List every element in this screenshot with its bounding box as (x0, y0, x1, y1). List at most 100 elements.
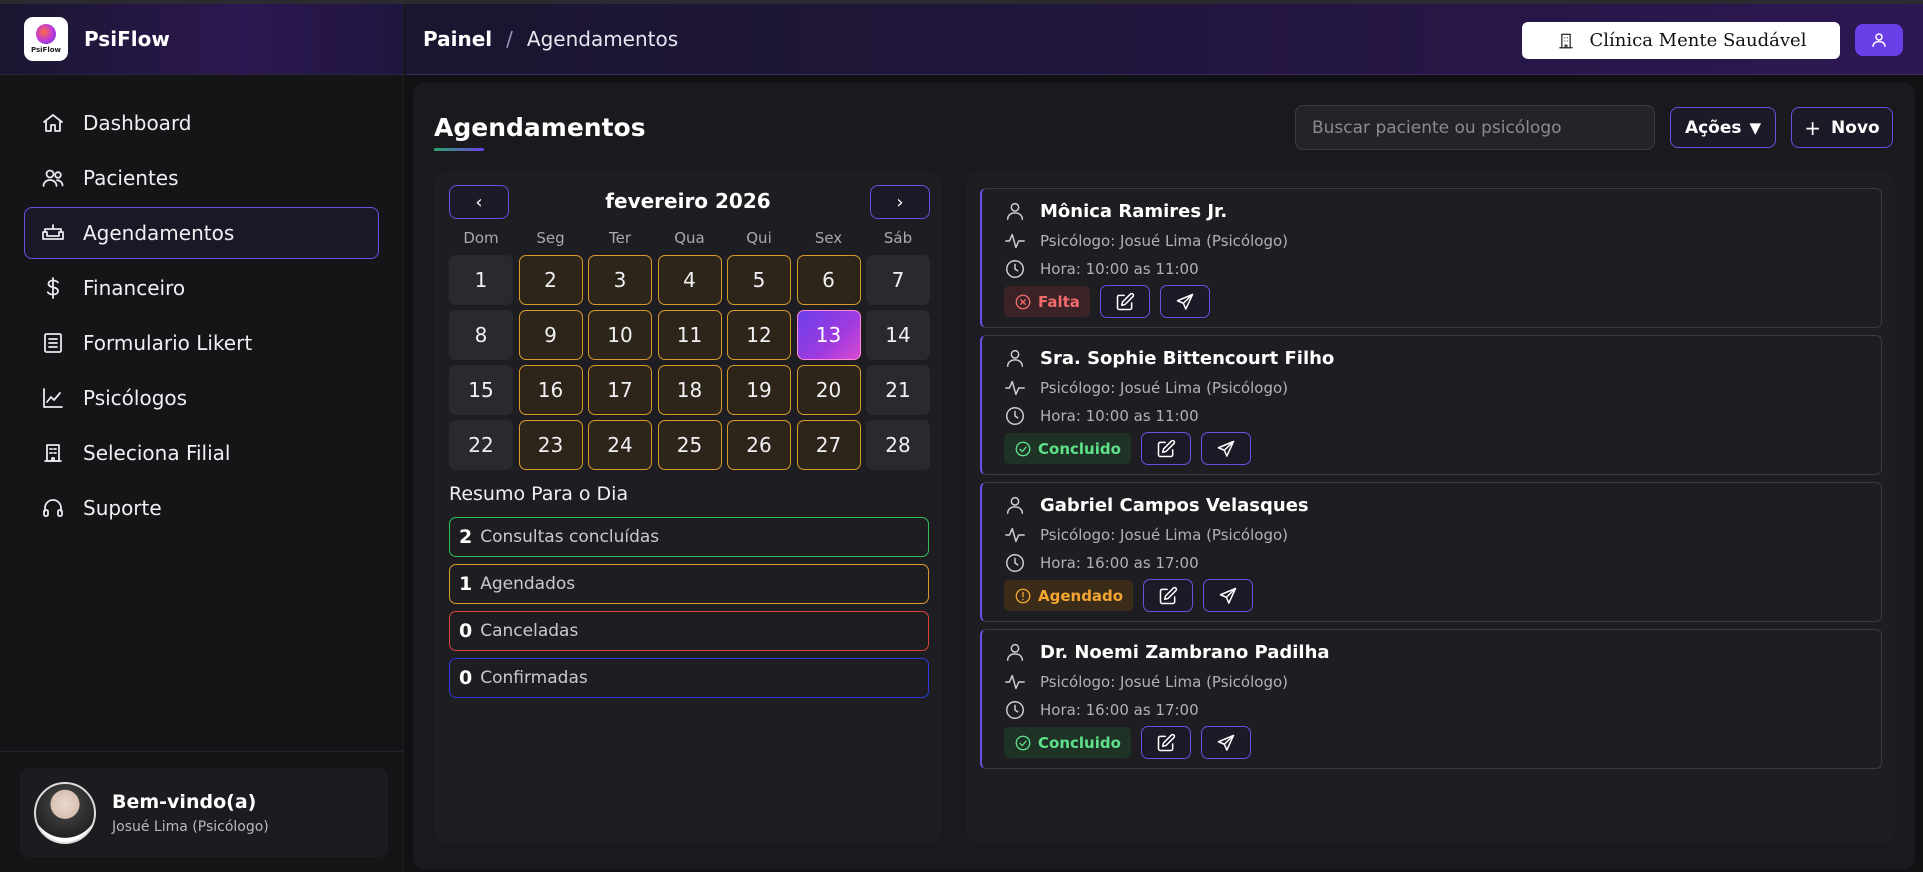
sidebar-item-dashboard[interactable]: Dashboard (24, 97, 379, 149)
appointment-card[interactable]: Mônica Ramires Jr. Psicólogo: Josué Lima … (980, 188, 1882, 328)
calendar-next-button[interactable]: › (870, 185, 930, 219)
edit-button[interactable] (1140, 726, 1191, 759)
patient-name: Mônica Ramires Jr. (1040, 200, 1228, 222)
users-icon (42, 169, 64, 187)
send-icon (1176, 293, 1194, 310)
calendar-day[interactable]: 20 (796, 365, 861, 415)
patient-name: Gabriel Campos Velasques (1040, 494, 1309, 516)
weekday-label: Qui (746, 229, 772, 247)
sidebar-item-formulario-likert[interactable]: Formulario Likert (24, 317, 379, 369)
x-circle-icon (1015, 294, 1031, 309)
appointment-card[interactable]: Gabriel Campos Velasques Psicólogo: Josué… (980, 482, 1882, 622)
user-menu-button[interactable] (1855, 24, 1903, 56)
calendar-day[interactable]: 5 (727, 255, 791, 305)
main-content: Agendamentos Ações ▼ + Novo ‹ fevereiro … (413, 83, 1915, 869)
sidebar-item-suporte[interactable]: Suporte (24, 482, 379, 534)
calendar-day[interactable]: 8 (449, 310, 513, 360)
welcome-title: Bem-vindo(a) (112, 790, 257, 813)
calendar-day[interactable]: 28 (866, 420, 930, 470)
logo-mark-icon (36, 24, 56, 44)
summary-confirmed[interactable]: 0 Confirmadas (449, 658, 929, 698)
headset-icon (43, 499, 63, 517)
send-button[interactable] (1159, 285, 1210, 318)
send-button[interactable] (1200, 726, 1251, 759)
new-appointment-button[interactable]: + Novo (1791, 107, 1893, 148)
breadcrumb: Painel / Agendamentos (423, 27, 678, 51)
calendar-day[interactable]: 23 (518, 420, 583, 470)
clinic-selector-button[interactable]: Clínica Mente Saudável (1522, 22, 1840, 59)
calendar-day[interactable]: 10 (588, 310, 652, 360)
summary-label: Agendados (480, 574, 576, 594)
sidebar-item-label: Psicólogos (83, 386, 188, 410)
send-button[interactable] (1203, 579, 1254, 612)
edit-button[interactable] (1140, 432, 1191, 465)
sidebar-item-psicologos[interactable]: Psicólogos (24, 372, 379, 424)
send-icon (1217, 734, 1235, 751)
sidebar-divider (0, 751, 404, 752)
calendar-day[interactable]: 11 (657, 310, 722, 360)
time-row: Hora: 10:00 as 11:00 (1004, 405, 1199, 427)
send-button[interactable] (1200, 432, 1251, 465)
calendar-day[interactable]: 25 (657, 420, 722, 470)
calendar-day[interactable]: 21 (866, 365, 930, 415)
actions-row: Falta (1004, 285, 1210, 318)
summary-scheduled[interactable]: 1 Agendados (449, 564, 929, 604)
calendar-day[interactable]: 7 (866, 255, 930, 305)
brand-logo[interactable]: PsiFlow (24, 17, 68, 61)
calendar-day[interactable]: 1 (449, 255, 513, 305)
check-circle-icon (1015, 735, 1031, 750)
calendar-day[interactable]: 18 (657, 365, 722, 415)
calendar-day-selected[interactable]: 13 (796, 310, 861, 360)
summary-count: 0 (459, 620, 473, 642)
calendar-day[interactable]: 9 (518, 310, 583, 360)
patient-row: Sra. Sophie Bittencourt Filho (1004, 347, 1334, 369)
edit-button[interactable] (1099, 285, 1150, 318)
calendar-day[interactable]: 6 (796, 255, 861, 305)
patient-row: Gabriel Campos Velasques (1004, 494, 1309, 516)
edit-icon (1157, 733, 1176, 751)
title-underline (434, 148, 484, 151)
breadcrumb-root[interactable]: Painel (423, 27, 492, 51)
patient-name: Dr. Noemi Zambrano Padilha (1040, 641, 1330, 663)
actions-row: Agendado (1004, 579, 1254, 612)
calendar-day[interactable]: 24 (588, 420, 652, 470)
summary-completed[interactable]: 2 Consultas concluídas (449, 517, 929, 557)
calendar-day[interactable]: 16 (518, 365, 583, 415)
pulse-icon (1005, 380, 1025, 396)
appointment-card[interactable]: Dr. Noemi Zambrano Padilha Psicólogo: Jos… (980, 629, 1882, 769)
calendar-day[interactable]: 14 (866, 310, 930, 360)
psychologist-row: Psicólogo: Josué Lima (Psicólogo) (1004, 230, 1288, 252)
calendar-day[interactable]: 27 (796, 420, 861, 470)
sidebar-item-agendamentos[interactable]: Agendamentos (24, 207, 379, 259)
edit-button[interactable] (1143, 579, 1194, 612)
sidebar-item-seleciona-filial[interactable]: Seleciona Filial (24, 427, 379, 479)
sidebar-item-pacientes[interactable]: Pacientes (24, 152, 379, 204)
calendar-day[interactable]: 3 (588, 255, 652, 305)
calendar-day[interactable]: 26 (727, 420, 791, 470)
search-input[interactable] (1295, 105, 1655, 150)
welcome-card[interactable]: Bem-vindo(a) Josué Lima (Psicólogo) (20, 768, 388, 857)
calendar-day[interactable]: 12 (727, 310, 791, 360)
plus-icon: + (1804, 115, 1822, 140)
appointment-time: Hora: 16:00 as 17:00 (1040, 701, 1199, 719)
summary-cancelled[interactable]: 0 Canceladas (449, 611, 929, 651)
actions-dropdown-button[interactable]: Ações ▼ (1670, 107, 1776, 148)
welcome-text: Bem-vindo(a) Josué Lima (Psicólogo) (112, 791, 269, 835)
calendar-day[interactable]: 17 (588, 365, 652, 415)
home-icon (43, 114, 63, 132)
psychologist-name: Psicólogo: Josué Lima (Psicólogo) (1040, 673, 1289, 691)
sidebar-item-financeiro[interactable]: Financeiro (24, 262, 379, 314)
status-label: Falta (1038, 292, 1080, 311)
dollar-icon (46, 277, 59, 299)
edit-icon (1157, 439, 1176, 457)
calendar-day[interactable]: 2 (518, 255, 583, 305)
welcome-user: Josué Lima (Psicólogo) (112, 818, 269, 835)
summary-label: Consultas concluídas (480, 527, 660, 547)
user-icon (1006, 496, 1024, 514)
calendar-day[interactable]: 22 (449, 420, 513, 470)
appointment-card[interactable]: Sra. Sophie Bittencourt Filho Psicólogo: … (980, 335, 1882, 475)
calendar-day[interactable]: 19 (727, 365, 791, 415)
page-title: Agendamentos (434, 113, 646, 142)
calendar-day[interactable]: 15 (449, 365, 513, 415)
calendar-day[interactable]: 4 (657, 255, 722, 305)
